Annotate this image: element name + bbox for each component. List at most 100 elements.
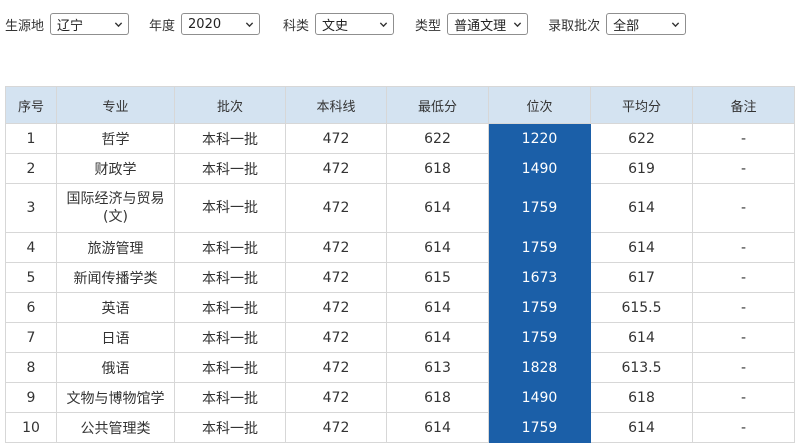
cell-index: 2 xyxy=(5,153,57,184)
cell-batch: 本科一批 xyxy=(174,382,286,413)
province-select[interactable]: 辽宁 xyxy=(50,13,130,35)
year-select-value: 2020 xyxy=(188,16,222,32)
cell-avg-score: 622 xyxy=(590,123,693,154)
cell-index: 7 xyxy=(5,322,57,353)
cell-batch: 本科一批 xyxy=(174,292,286,323)
table-row: 5 新闻传播学类 本科一批 472 615 1673 617 - xyxy=(5,262,795,293)
cell-min-score: 614 xyxy=(386,183,489,233)
cell-baseline: 472 xyxy=(285,322,387,353)
cell-min-score: 618 xyxy=(386,382,489,413)
cell-avg-score: 614 xyxy=(590,232,693,263)
table-row: 10 公共管理类 本科一批 472 614 1759 614 - xyxy=(5,412,795,443)
chevron-down-icon xyxy=(245,21,254,27)
cell-batch: 本科一批 xyxy=(174,232,286,263)
cell-remarks: - xyxy=(692,262,795,293)
cell-remarks: - xyxy=(692,153,795,184)
cell-index: 9 xyxy=(5,382,57,413)
admission-table: 序号 专业 批次 本科线 最低分 位次 平均分 备注 1 哲学 本科一批 472… xyxy=(5,86,795,443)
year-label: 年度 xyxy=(149,18,176,34)
cell-avg-score: 614 xyxy=(590,412,693,443)
cell-rank: 1828 xyxy=(488,352,591,383)
table-row: 7 日语 本科一批 472 614 1759 614 - xyxy=(5,322,795,353)
cell-major: 文物与博物馆学 xyxy=(56,382,175,413)
header-avg-score: 平均分 xyxy=(590,86,693,124)
cell-avg-score: 615.5 xyxy=(590,292,693,323)
cell-remarks: - xyxy=(692,292,795,323)
cell-remarks: - xyxy=(692,352,795,383)
cell-rank: 1759 xyxy=(488,412,591,443)
header-batch: 批次 xyxy=(174,86,286,124)
cell-major: 旅游管理 xyxy=(56,232,175,263)
cell-rank: 1673 xyxy=(488,262,591,293)
cell-major: 英语 xyxy=(56,292,175,323)
cell-min-score: 614 xyxy=(386,232,489,263)
cell-remarks: - xyxy=(692,232,795,263)
cell-rank: 1490 xyxy=(488,153,591,184)
cell-min-score: 614 xyxy=(386,292,489,323)
cell-baseline: 472 xyxy=(285,292,387,323)
cell-avg-score: 617 xyxy=(590,262,693,293)
cell-rank: 1759 xyxy=(488,322,591,353)
cell-index: 10 xyxy=(5,412,57,443)
cell-major: 新闻传播学类 xyxy=(56,262,175,293)
table-row: 8 俄语 本科一批 472 613 1828 613.5 - xyxy=(5,352,795,383)
cell-major: 国际经济与贸易(文) xyxy=(56,183,175,233)
cell-remarks: - xyxy=(692,123,795,154)
cell-remarks: - xyxy=(692,412,795,443)
header-min-score: 最低分 xyxy=(386,86,489,124)
province-label: 生源地 xyxy=(5,18,45,34)
chevron-down-icon xyxy=(671,21,680,27)
year-select[interactable]: 2020 xyxy=(181,13,261,35)
cell-major: 公共管理类 xyxy=(56,412,175,443)
batch-select-value: 全部 xyxy=(613,18,640,34)
filter-bar: 生源地 辽宁 年度 2020 科类 文史 类型 普通文理 录取批次 全部 xyxy=(0,12,687,36)
cell-min-score: 614 xyxy=(386,412,489,443)
cell-baseline: 472 xyxy=(285,183,387,233)
chevron-down-icon xyxy=(379,21,388,27)
cell-rank: 1759 xyxy=(488,232,591,263)
cell-major: 俄语 xyxy=(56,352,175,383)
header-index: 序号 xyxy=(5,86,57,124)
cell-index: 6 xyxy=(5,292,57,323)
cell-min-score: 615 xyxy=(386,262,489,293)
cell-batch: 本科一批 xyxy=(174,123,286,154)
chevron-down-icon xyxy=(114,21,123,27)
cell-index: 8 xyxy=(5,352,57,383)
subject-select-value: 文史 xyxy=(322,18,349,34)
cell-baseline: 472 xyxy=(285,352,387,383)
cell-index: 3 xyxy=(5,183,57,233)
cell-remarks: - xyxy=(692,322,795,353)
cell-avg-score: 618 xyxy=(590,382,693,413)
cell-avg-score: 614 xyxy=(590,183,693,233)
cell-min-score: 618 xyxy=(386,153,489,184)
cell-min-score: 622 xyxy=(386,123,489,154)
type-select[interactable]: 普通文理 xyxy=(447,13,529,35)
cell-rank: 1759 xyxy=(488,183,591,233)
cell-min-score: 613 xyxy=(386,352,489,383)
cell-baseline: 472 xyxy=(285,232,387,263)
chevron-down-icon xyxy=(513,21,522,27)
table-row: 9 文物与博物馆学 本科一批 472 618 1490 618 - xyxy=(5,382,795,413)
cell-major: 哲学 xyxy=(56,123,175,154)
table-row: 3 国际经济与贸易(文) 本科一批 472 614 1759 614 - xyxy=(5,183,795,233)
cell-rank: 1759 xyxy=(488,292,591,323)
cell-remarks: - xyxy=(692,382,795,413)
cell-batch: 本科一批 xyxy=(174,183,286,233)
cell-batch: 本科一批 xyxy=(174,412,286,443)
cell-rank: 1220 xyxy=(488,123,591,154)
cell-batch: 本科一批 xyxy=(174,262,286,293)
cell-baseline: 472 xyxy=(285,123,387,154)
subject-label: 科类 xyxy=(283,18,310,34)
type-select-value: 普通文理 xyxy=(454,18,507,34)
cell-baseline: 472 xyxy=(285,382,387,413)
cell-avg-score: 613.5 xyxy=(590,352,693,383)
cell-avg-score: 614 xyxy=(590,322,693,353)
header-baseline: 本科线 xyxy=(285,86,387,124)
table-row: 1 哲学 本科一批 472 622 1220 622 - xyxy=(5,123,795,154)
batch-select[interactable]: 全部 xyxy=(606,13,687,35)
type-label: 类型 xyxy=(415,18,442,34)
header-rank: 位次 xyxy=(488,86,591,124)
cell-remarks: - xyxy=(692,183,795,233)
subject-select[interactable]: 文史 xyxy=(315,13,395,35)
province-select-value: 辽宁 xyxy=(57,18,84,34)
